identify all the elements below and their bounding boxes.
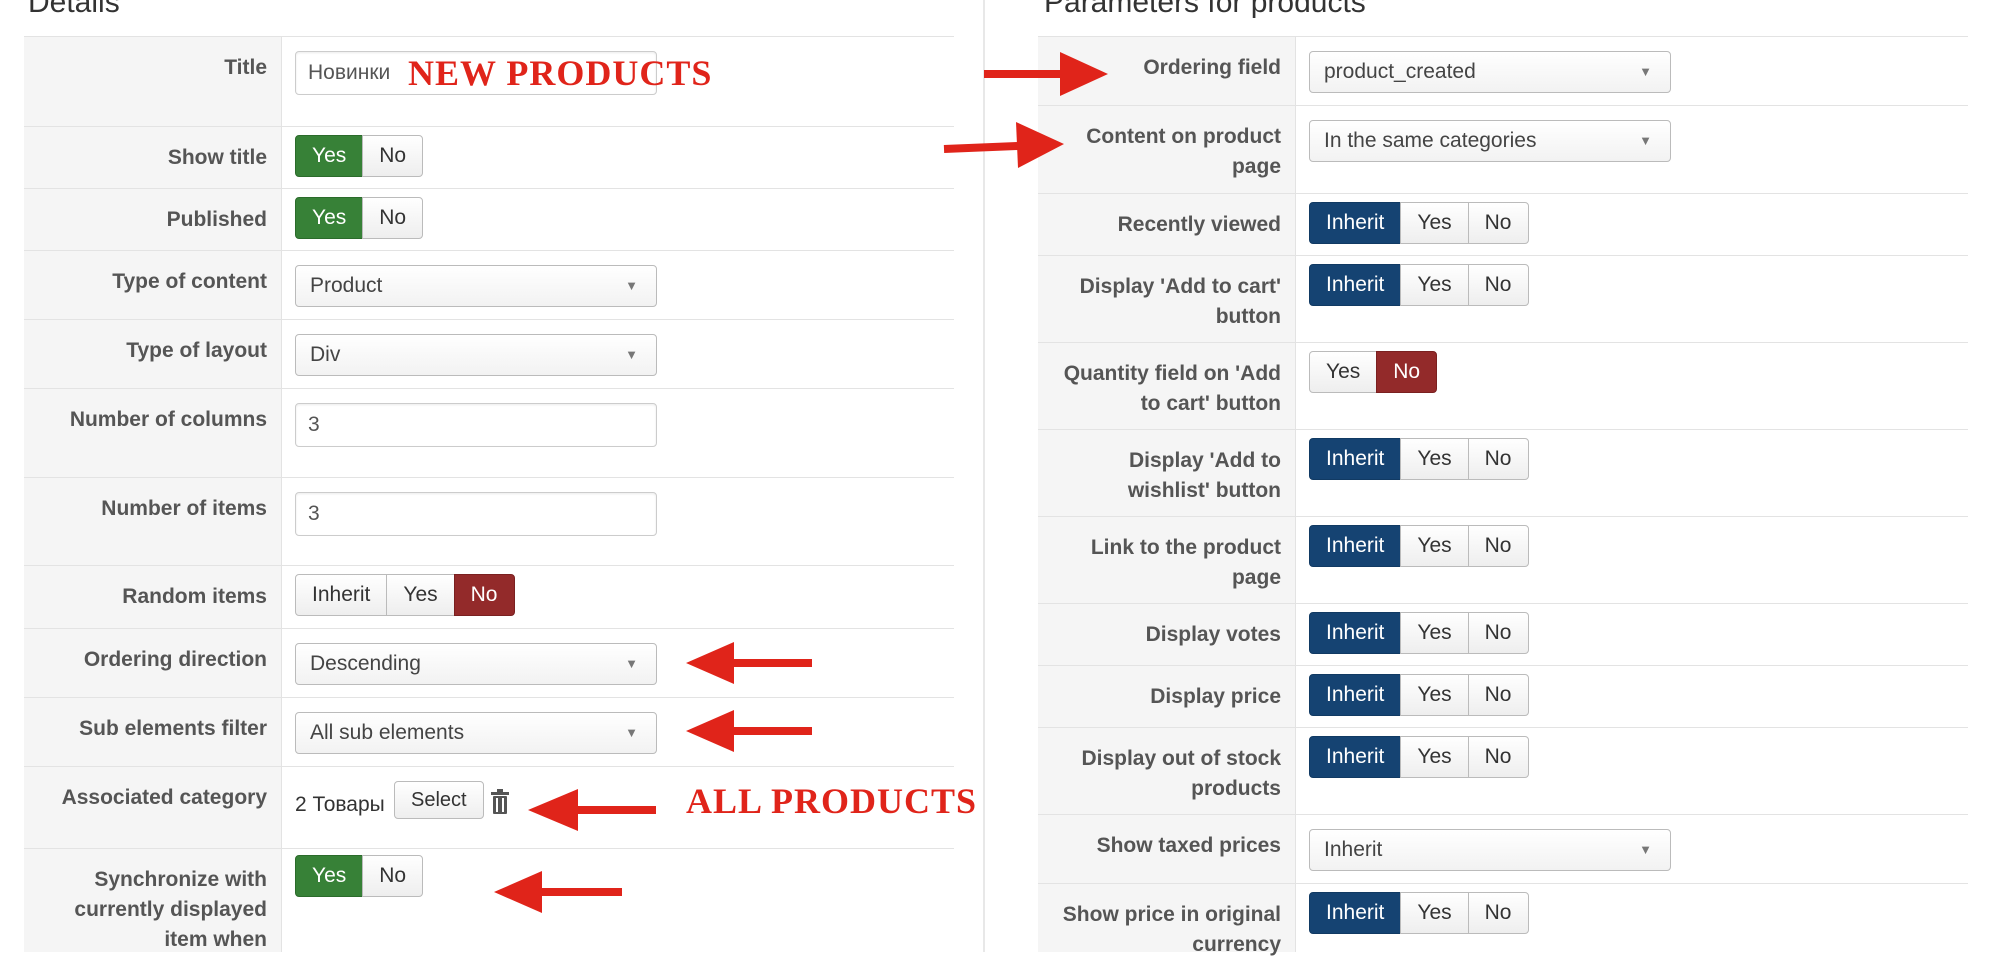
arrow-left-icon [494,871,622,913]
annotation-arrows [494,52,1108,913]
arrow-left-icon [686,710,812,752]
arrow-right-icon [943,122,1064,168]
arrow-left-icon [686,642,812,684]
arrow-left-icon [528,789,656,831]
arrow-right-icon [984,52,1108,96]
